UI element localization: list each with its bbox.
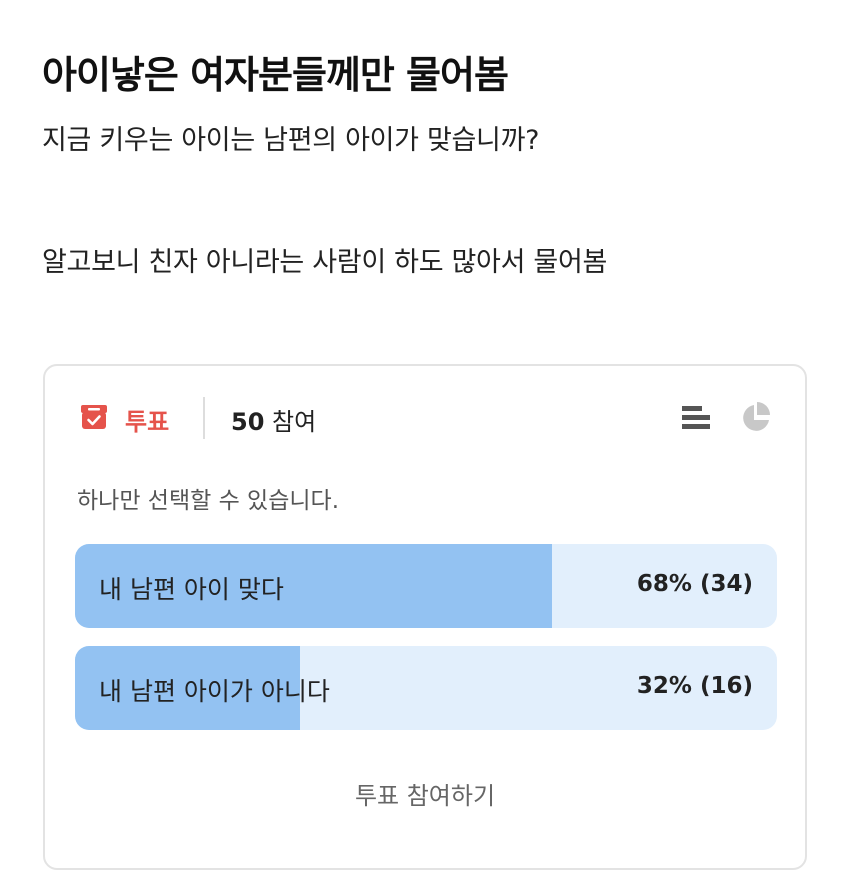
poll-option-1[interactable]: 내 남편 아이 맞다 68% (34) bbox=[75, 544, 777, 628]
bar-list-icon[interactable] bbox=[681, 402, 713, 434]
poll-label: 투표 bbox=[125, 408, 170, 436]
option-2-result: 32% (16) bbox=[636, 673, 753, 699]
poll-card: 투표 50 참여 하나만 선택할 수 있습니다. 내 남편 아이 맞다 68% … bbox=[43, 364, 807, 870]
poll-instruction: 하나만 선택할 수 있습니다. bbox=[77, 488, 340, 514]
poll-header: 투표 50 참여 bbox=[45, 366, 805, 466]
pie-chart-icon[interactable] bbox=[739, 401, 773, 435]
vote-submit-button[interactable]: 투표 참여하기 bbox=[45, 776, 805, 811]
poll-option-2[interactable]: 내 남편 아이가 아니다 32% (16) bbox=[75, 646, 777, 730]
post-title: 아이낳은 여자분들께만 물어봄 bbox=[42, 53, 509, 97]
post-body-line-2: 알고보니 친자 아니라는 사람이 하도 많아서 물어봄 bbox=[42, 247, 608, 278]
post-body-line-1: 지금 키우는 아이는 남편의 아이가 맞습니까? bbox=[42, 125, 540, 156]
ballot-box-icon bbox=[81, 405, 107, 429]
header-divider bbox=[203, 397, 205, 439]
participant-number: 50 bbox=[231, 408, 265, 436]
participant-suffix: 참여 bbox=[272, 408, 317, 436]
option-1-result: 68% (34) bbox=[636, 571, 753, 597]
option-2-label: 내 남편 아이가 아니다 bbox=[99, 677, 330, 706]
option-1-label: 내 남편 아이 맞다 bbox=[99, 575, 284, 604]
participant-count: 50 참여 bbox=[231, 402, 316, 437]
